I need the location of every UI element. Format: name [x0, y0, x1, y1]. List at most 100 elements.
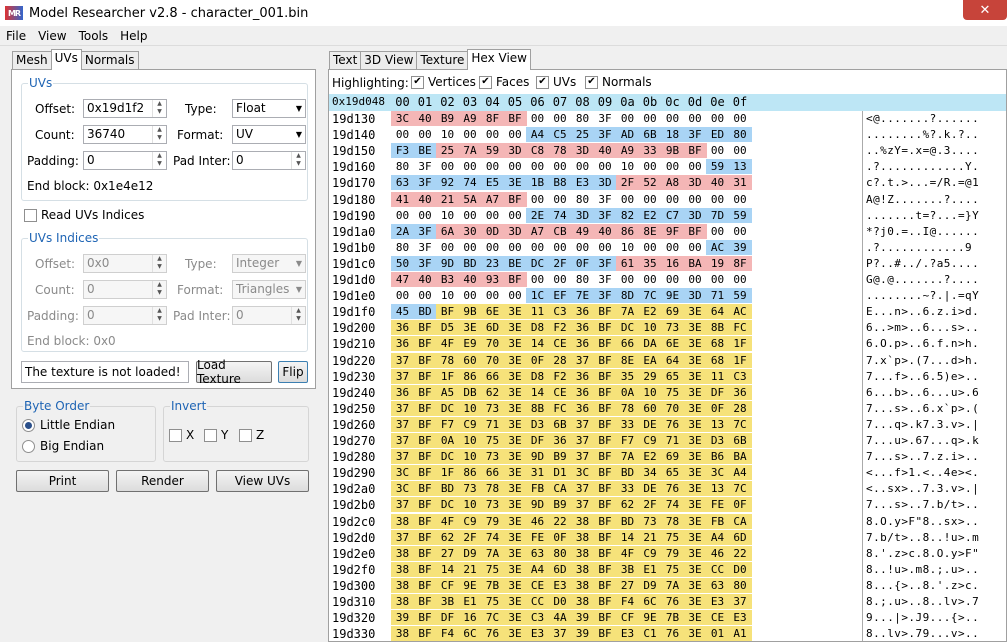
hex-byte[interactable]: 00	[481, 159, 504, 174]
hex-byte[interactable]: 5A	[458, 191, 482, 207]
hex-byte[interactable]: 7A	[661, 577, 684, 593]
hex-byte[interactable]: 4F	[436, 336, 459, 352]
hex-byte[interactable]: 29	[638, 368, 662, 384]
hex-byte[interactable]: 7E	[571, 288, 594, 304]
hex-byte[interactable]: 65	[661, 465, 684, 481]
hex-byte[interactable]: 3E	[503, 465, 527, 481]
hex-byte[interactable]: 66	[481, 465, 504, 481]
hex-byte[interactable]: BF	[413, 465, 437, 481]
hex-byte[interactable]: 3E	[683, 497, 707, 513]
hex-byte[interactable]: 00	[639, 111, 662, 126]
hex-byte[interactable]: 2F	[638, 497, 662, 513]
hex-byte[interactable]: 13	[706, 416, 729, 432]
hex-byte[interactable]: 14	[526, 384, 549, 400]
hex-byte[interactable]: A4	[728, 465, 752, 481]
hex-byte[interactable]: 16	[661, 255, 684, 271]
hex-byte[interactable]: 40	[458, 272, 482, 287]
hex-byte[interactable]: 3F	[593, 207, 617, 223]
hex-byte[interactable]: 65	[661, 368, 684, 384]
hex-byte[interactable]: AC	[728, 304, 752, 320]
hex-byte[interactable]: ED	[706, 127, 729, 143]
menu-tools[interactable]: Tools	[73, 29, 115, 43]
hex-byte[interactable]: 38	[571, 577, 594, 593]
hex-byte[interactable]: 3F	[594, 192, 617, 207]
hex-byte[interactable]: 25	[571, 127, 594, 143]
hex-byte[interactable]: CB	[548, 223, 572, 239]
hex-byte[interactable]: FE	[706, 497, 729, 513]
highlight-vertices-checkbox[interactable]: ✔ Vertices	[411, 75, 476, 89]
hex-byte[interactable]: 33	[616, 481, 639, 497]
hex-byte[interactable]: 36	[571, 368, 594, 384]
hex-byte[interactable]: 37	[391, 352, 414, 368]
padding-spin-icon[interactable]: ▲ ▼	[152, 152, 166, 169]
hex-byte[interactable]: 73	[481, 497, 504, 513]
hex-byte[interactable]: 28	[728, 400, 752, 416]
hex-byte[interactable]: F4	[616, 594, 639, 609]
hex-byte[interactable]: 46	[706, 545, 729, 561]
hex-byte[interactable]: 9D	[436, 255, 459, 271]
hex-byte[interactable]: DC	[436, 497, 459, 513]
count-spin-icon[interactable]: ▲ ▼	[152, 126, 166, 143]
hex-byte[interactable]: E3	[571, 175, 594, 191]
hex-byte[interactable]: 33	[616, 416, 639, 432]
hex-byte[interactable]: BF	[503, 272, 527, 287]
hex-byte[interactable]: A9	[616, 143, 639, 159]
hex-byte[interactable]: 76	[661, 594, 684, 609]
hex-byte[interactable]: BF	[436, 304, 459, 320]
hex-byte[interactable]: BF	[413, 594, 437, 609]
hex-byte[interactable]: 00	[684, 111, 707, 126]
hex-byte[interactable]: DE	[638, 416, 662, 432]
hex-byte[interactable]: 10	[638, 384, 662, 400]
hex-byte[interactable]: 8B	[706, 320, 729, 336]
hex-byte[interactable]: BD	[616, 465, 639, 481]
hex-byte[interactable]: 78	[481, 481, 504, 497]
hex-byte[interactable]: 36	[571, 336, 594, 352]
hex-byte[interactable]: 74	[481, 529, 504, 545]
hex-byte[interactable]: CA	[548, 481, 572, 497]
hex-byte[interactable]: 0A	[616, 384, 639, 400]
hex-byte[interactable]: E1	[638, 561, 662, 577]
hex-byte[interactable]: 3F	[413, 175, 437, 191]
hex-byte[interactable]: 3E	[503, 626, 527, 641]
read-indices-checkbox[interactable]: Read UVs Indices	[24, 208, 144, 222]
hex-byte[interactable]: 3E	[503, 513, 527, 529]
hex-byte[interactable]: F3	[391, 143, 414, 159]
hex-byte[interactable]: DC	[616, 320, 639, 336]
hex-byte[interactable]: BD	[616, 513, 639, 529]
hex-byte[interactable]: 40	[413, 191, 437, 207]
hex-byte[interactable]: 9E	[661, 288, 684, 304]
hex-byte[interactable]: C9	[458, 416, 482, 432]
hex-byte[interactable]: 00	[729, 192, 752, 207]
hex-byte[interactable]: 38	[571, 545, 594, 561]
hex-byte[interactable]: FB	[706, 513, 729, 529]
hex-byte[interactable]: 21	[638, 529, 662, 545]
hex-byte[interactable]: 7B	[661, 610, 684, 626]
print-button[interactable]: Print	[16, 470, 109, 492]
little-endian-radio[interactable]: Little Endian	[22, 418, 115, 432]
hex-byte[interactable]: 00	[661, 159, 684, 174]
hex-byte[interactable]: 14	[526, 336, 549, 352]
big-endian-radio[interactable]: Big Endian	[22, 439, 104, 453]
hex-byte[interactable]: 00	[594, 240, 617, 255]
hex-byte[interactable]: BF	[413, 384, 437, 400]
tab-mesh[interactable]: Mesh	[12, 51, 52, 70]
hex-byte[interactable]: A1	[728, 626, 752, 641]
checkmark-icon[interactable]: ✔	[411, 75, 424, 89]
hex-byte[interactable]: 00	[436, 240, 459, 255]
hex-byte[interactable]: 38	[571, 529, 594, 545]
hex-byte[interactable]: 62	[481, 384, 504, 400]
view-uvs-button[interactable]: View UVs	[216, 470, 309, 492]
hex-byte[interactable]: 3E	[503, 497, 527, 513]
hex-byte[interactable]: 10	[458, 497, 482, 513]
hex-byte[interactable]: 70	[481, 336, 504, 352]
hex-byte[interactable]: 21	[458, 561, 482, 577]
hex-byte[interactable]: 00	[706, 192, 729, 207]
hex-byte[interactable]: 38	[391, 561, 414, 577]
hex-byte[interactable]: 59	[728, 207, 752, 223]
hex-byte[interactable]: 6A	[436, 223, 459, 239]
hex-byte[interactable]: 80	[571, 192, 594, 207]
hex-byte[interactable]: D1	[548, 465, 572, 481]
hex-byte[interactable]: 50	[391, 255, 414, 271]
hex-byte[interactable]: 40	[593, 223, 617, 239]
hex-byte[interactable]: BF	[413, 545, 437, 561]
